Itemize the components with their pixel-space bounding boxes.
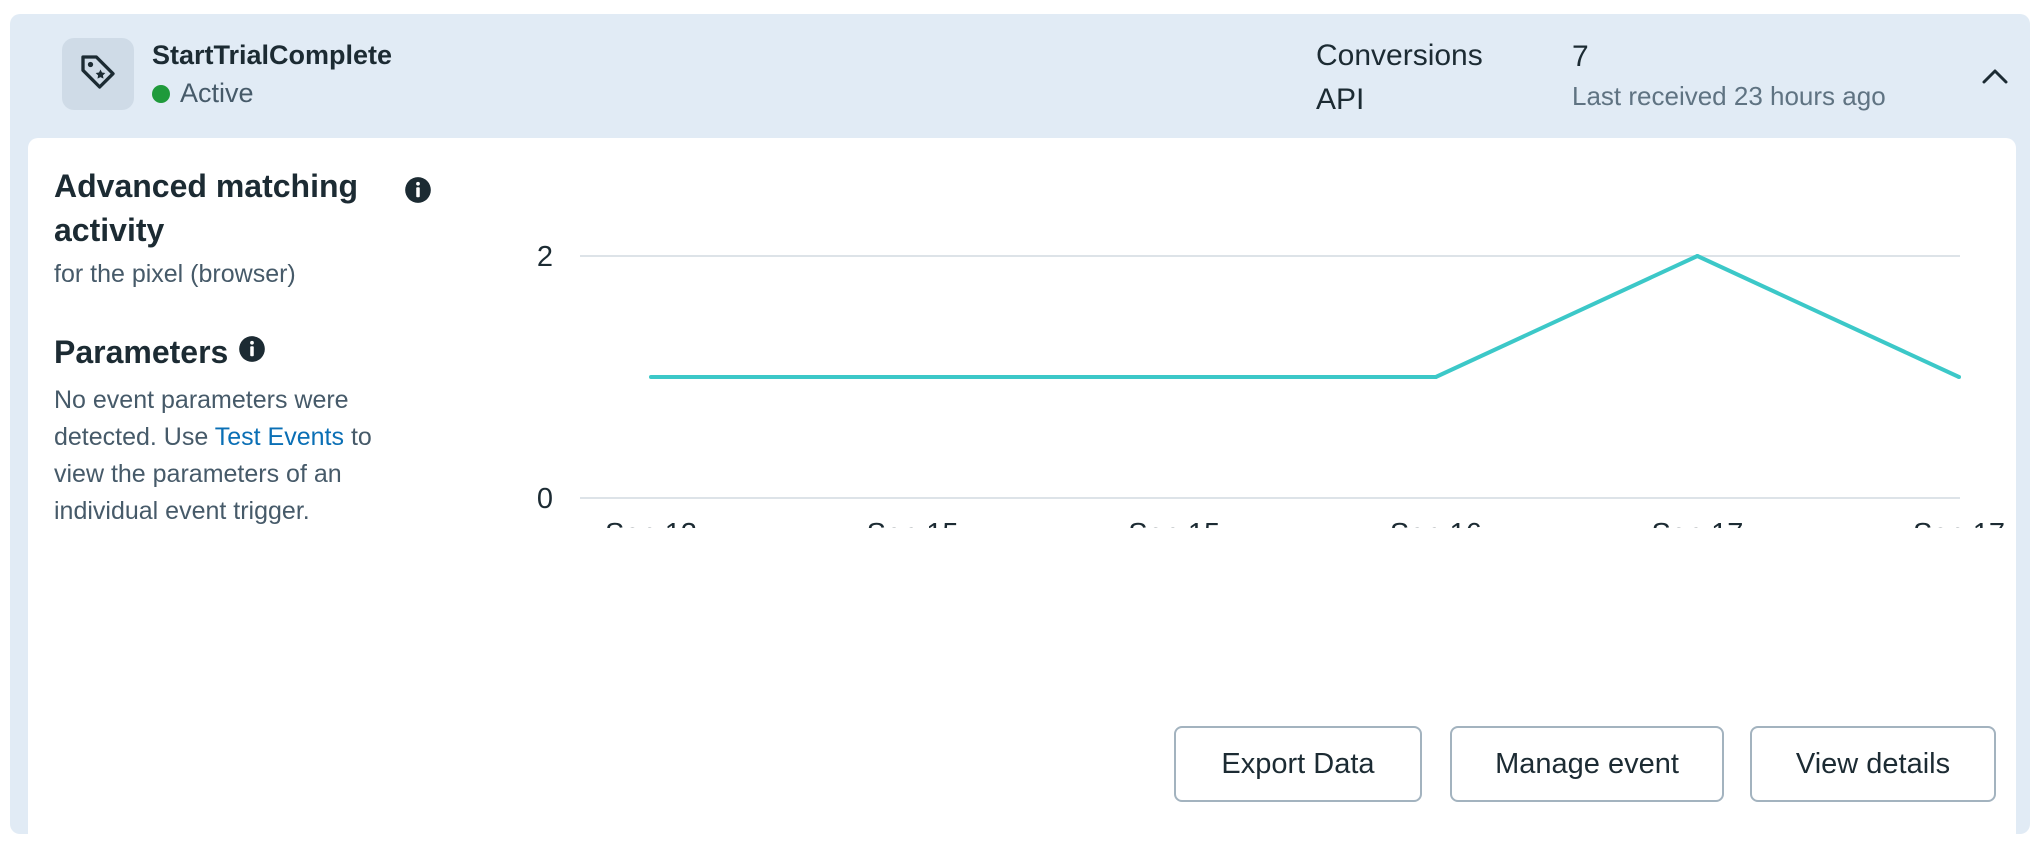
info-icon[interactable]	[404, 176, 432, 209]
series-line	[651, 254, 1960, 379]
y-tick-label: 0	[537, 483, 553, 515]
x-tick-label: Sep 17	[1913, 518, 2005, 528]
event-header[interactable]: StartTrialComplete Active Conversions AP…	[10, 14, 2030, 138]
x-tick-label: Sep 17	[1651, 518, 1743, 528]
advanced-matching-title: Advanced matching activity	[54, 168, 359, 248]
info-icon[interactable]	[238, 334, 266, 371]
parameters-description: No event parameters were detected. Use T…	[54, 382, 424, 530]
data-point	[1957, 375, 1961, 379]
data-point	[1433, 375, 1438, 379]
view-details-button[interactable]: View details	[1750, 726, 1996, 802]
y-tick-label: 2	[537, 241, 553, 273]
tag-icon	[78, 52, 118, 97]
event-icon-box	[62, 38, 134, 110]
last-received: Last received 23 hours ago	[1572, 81, 1886, 111]
event-status: Active	[152, 78, 254, 109]
x-tick-label: Sep 16	[1390, 518, 1482, 528]
test-events-link[interactable]: Test Events	[215, 423, 344, 451]
x-tick-label: Sep 15	[1128, 518, 1220, 528]
data-point	[1172, 375, 1177, 379]
data-point	[649, 375, 653, 379]
manage-event-button[interactable]: Manage event	[1450, 726, 1724, 802]
data-point	[910, 375, 915, 379]
event-row: StartTrialComplete Active Conversions AP…	[10, 14, 2030, 858]
event-name: StartTrialComplete	[152, 40, 393, 70]
parameters-title: Parameters	[54, 334, 229, 370]
parameters-heading: Parameters	[54, 334, 266, 371]
data-point	[1695, 254, 1700, 258]
event-count: 7	[1572, 40, 1589, 73]
chevron-up-icon[interactable]	[1980, 64, 2010, 88]
export-data-button[interactable]: Export Data	[1174, 726, 1422, 802]
event-details-card: Advanced matching activity for the pixel…	[28, 138, 2016, 858]
status-dot-icon	[152, 84, 170, 103]
x-tick-label: Sep 15	[867, 518, 959, 528]
status-label: Active	[180, 78, 254, 108]
x-tick-label: Sep 13	[605, 518, 697, 528]
advanced-matching-subtitle: for the pixel (browser)	[54, 260, 296, 288]
event-source: Conversions API	[1316, 39, 1483, 116]
activity-line-chart: 2 0 Sep 13 Sep 15 Sep 15 Sep 16 Sep 17 Sep 17	[537, 241, 2005, 528]
